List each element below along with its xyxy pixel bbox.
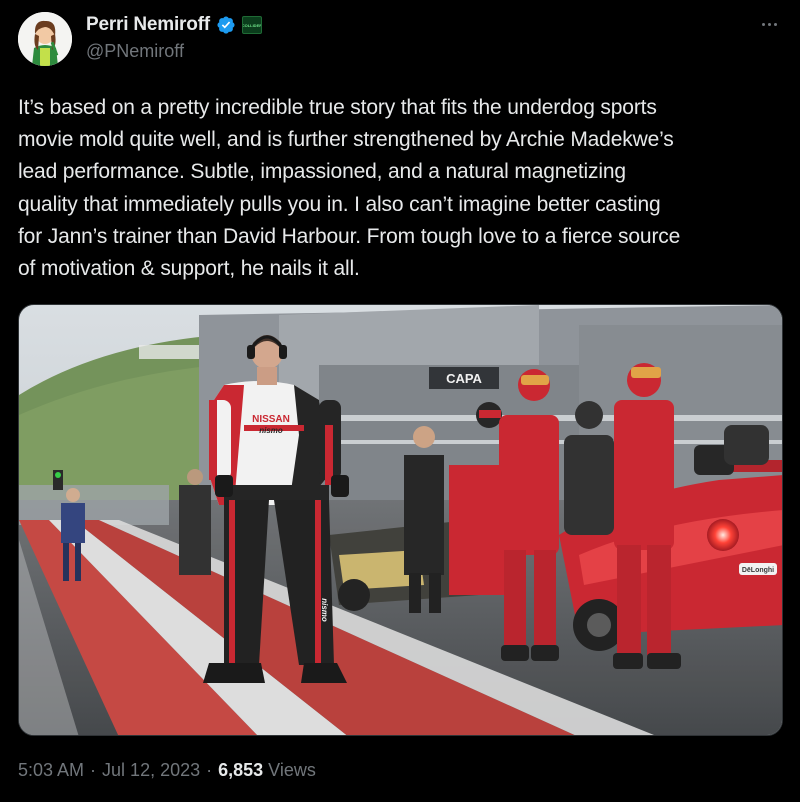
author-name-row: Perri Nemiroff COLLIDER bbox=[86, 12, 262, 38]
tweet-date[interactable]: Jul 12, 2023 bbox=[102, 760, 200, 781]
more-options-icon[interactable] bbox=[756, 14, 782, 34]
avatar[interactable] bbox=[18, 12, 72, 66]
tweet-card: Perri Nemiroff COLLIDER @PNemiroff It’s … bbox=[0, 0, 800, 802]
meta-separator: · bbox=[90, 760, 97, 780]
author-handle[interactable]: @PNemiroff bbox=[86, 41, 184, 62]
author-display-name[interactable]: Perri Nemiroff bbox=[86, 14, 210, 36]
pit-lane-photo: CAPA DēLonghi NISSAN nismo nismo bbox=[19, 305, 782, 735]
avatar-illustration-icon bbox=[18, 12, 72, 66]
meta-separator: · bbox=[206, 760, 213, 780]
tweet-meta: 5:03 AM · Jul 12, 2023 · 6,853 Views bbox=[18, 760, 316, 781]
tweet-time[interactable]: 5:03 AM bbox=[18, 760, 84, 781]
views-label[interactable]: Views bbox=[268, 760, 316, 781]
verified-badge-icon[interactable] bbox=[216, 15, 236, 35]
affiliate-badge-icon[interactable]: COLLIDER bbox=[241, 16, 262, 34]
tweet-text: It’s based on a pretty incredible true s… bbox=[18, 96, 681, 281]
tweet-media-photo[interactable]: CAPA DēLonghi NISSAN nismo nismo bbox=[18, 304, 783, 736]
views-count[interactable]: 6,853 bbox=[218, 760, 263, 781]
